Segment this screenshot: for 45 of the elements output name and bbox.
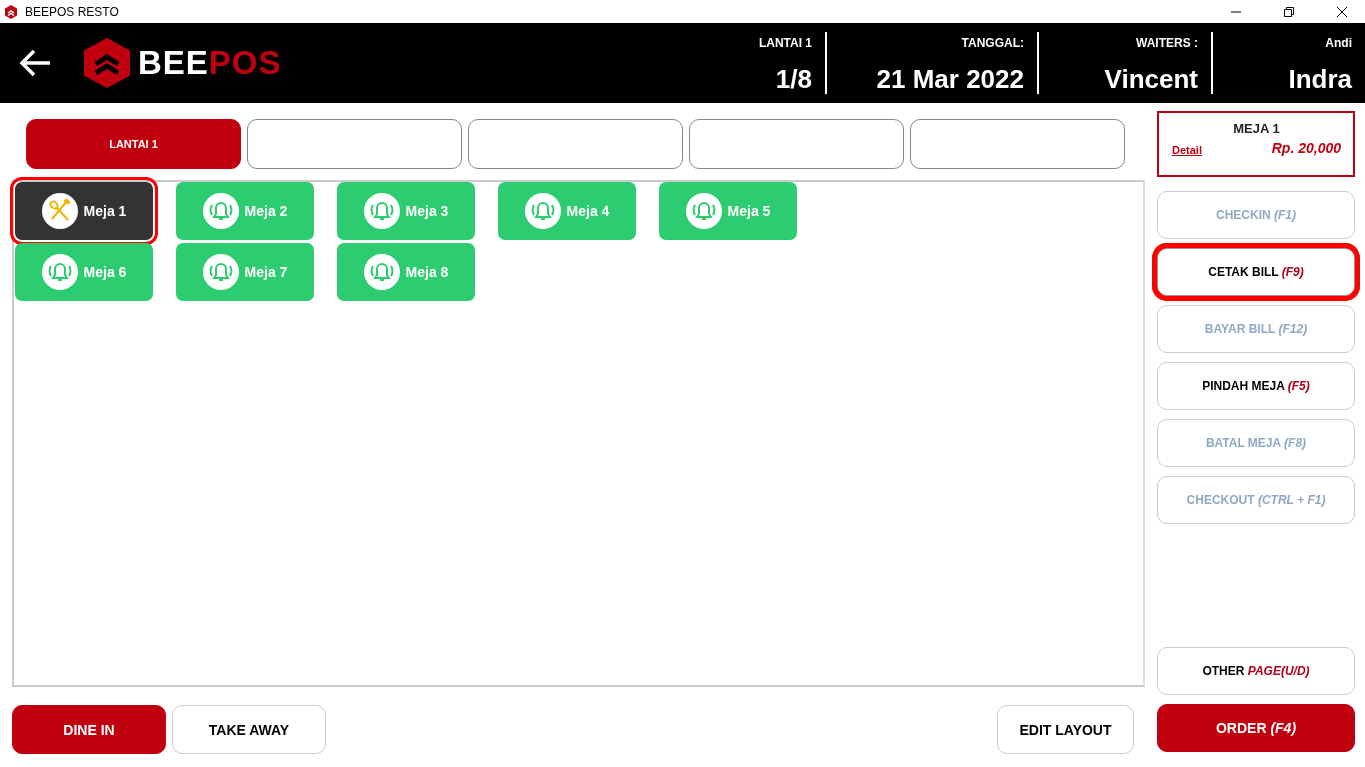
info-label: LANTAI 1	[758, 36, 812, 50]
info-value: 21 Mar 2022	[876, 64, 1024, 94]
bell-icon	[202, 254, 239, 290]
info-value: 1/8	[775, 64, 812, 94]
info-label: TANGGAL:	[961, 36, 1024, 50]
order-mode-button[interactable]: TAKE AWAY	[172, 705, 326, 754]
bell-icon	[41, 254, 78, 290]
floor-tab[interactable]	[247, 119, 462, 169]
bell-icon	[363, 254, 400, 290]
table-button[interactable]: Meja 4	[498, 182, 636, 240]
info-value: Vincent	[1104, 64, 1198, 94]
bell-icon	[363, 193, 400, 229]
table-button[interactable]: Meja 2	[176, 182, 314, 240]
back-arrow-icon	[18, 48, 52, 78]
table-button[interactable]: Meja 5	[659, 182, 797, 240]
floor-tab[interactable]	[910, 119, 1125, 169]
table-button[interactable]: Meja 8	[337, 243, 475, 301]
action-button[interactable]: PINDAH MEJA (F5)	[1157, 362, 1355, 410]
cutlery-icon	[41, 193, 78, 229]
table-title: MEJA 1	[1232, 121, 1281, 136]
bell-icon	[202, 193, 239, 229]
restore-icon	[1284, 6, 1294, 17]
app-logo-icon	[4, 4, 18, 19]
table-button[interactable]: Meja 7	[176, 243, 314, 301]
detail-link[interactable]: Detail	[1172, 144, 1202, 156]
bell-icon	[685, 193, 722, 229]
table-button[interactable]: Meja 6	[15, 243, 153, 301]
logo-icon	[84, 38, 130, 88]
close-icon	[1337, 6, 1347, 17]
order-button[interactable]: ORDER (F4)	[1157, 704, 1355, 752]
info-label: WAITERS :	[1136, 36, 1198, 50]
bell-icon	[524, 193, 561, 229]
window-title: BEEPOS RESTO	[25, 4, 120, 19]
floor-tab[interactable]	[689, 119, 904, 169]
other-page-button[interactable]: OTHER PAGE(U/D)	[1157, 647, 1355, 695]
edit-layout-button[interactable]: EDIT LAYOUT	[997, 705, 1134, 754]
floor-tab[interactable]	[468, 119, 683, 169]
floor-tab[interactable]: LANTAI 1	[26, 119, 241, 169]
info-value: Indra	[1288, 64, 1352, 94]
total-amount: Rp. 20,000	[1271, 140, 1341, 156]
order-mode-button[interactable]: DINE IN	[12, 705, 166, 754]
table-button[interactable]: Meja 3	[337, 182, 475, 240]
back-button[interactable]	[18, 48, 52, 78]
brand-name: BEEPOS	[138, 44, 282, 82]
info-label: Andi	[1325, 36, 1352, 50]
